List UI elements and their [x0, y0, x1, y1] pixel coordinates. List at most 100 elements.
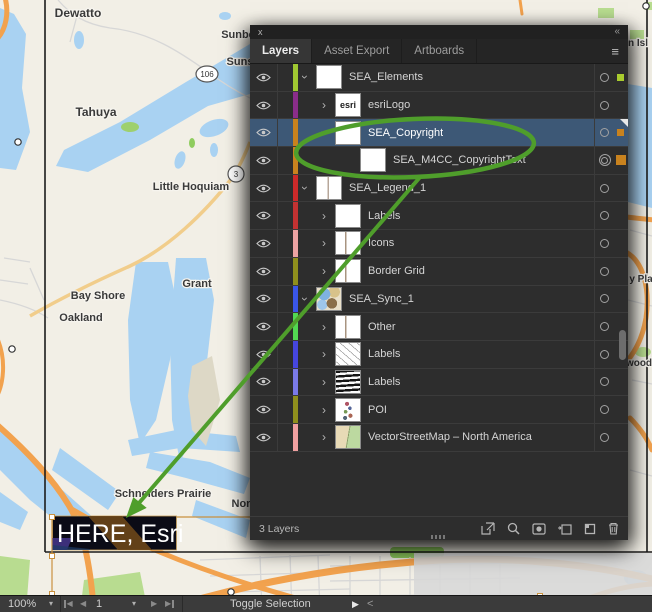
- lock-toggle[interactable]: [278, 369, 293, 396]
- lock-toggle[interactable]: [278, 286, 293, 313]
- zoom-dropdown-icon[interactable]: ▾: [49, 596, 53, 612]
- visibility-toggle-eye-icon[interactable]: [250, 258, 278, 285]
- panel-titlebar[interactable]: x «: [250, 25, 628, 39]
- expand-chevron-icon[interactable]: ›: [299, 292, 311, 306]
- lock-toggle[interactable]: [278, 147, 293, 174]
- lock-toggle[interactable]: [278, 396, 293, 423]
- layer-row[interactable]: › SEA_Elements: [250, 64, 628, 92]
- lock-toggle[interactable]: [278, 313, 293, 340]
- layer-row[interactable]: › Border Grid: [250, 258, 628, 286]
- artboard-number-field[interactable]: 1: [96, 596, 102, 612]
- layer-thumbnail[interactable]: esri: [335, 93, 361, 117]
- layer-row[interactable]: › SEA_M4CC_CopyrightText: [250, 147, 628, 175]
- expand-chevron-icon[interactable]: ›: [317, 348, 331, 360]
- lock-toggle[interactable]: [278, 175, 293, 202]
- visibility-toggle-eye-icon[interactable]: [250, 92, 278, 119]
- expand-status-icon[interactable]: <: [367, 596, 373, 612]
- copyright-text-object[interactable]: HERE, Esri: [53, 516, 184, 550]
- layer-thumbnail[interactable]: [335, 342, 361, 366]
- next-artboard-button[interactable]: ▶: [151, 596, 157, 612]
- layer-row[interactable]: › Labels: [250, 369, 628, 397]
- expand-chevron-icon[interactable]: ›: [317, 210, 331, 222]
- layer-name[interactable]: SEA_Sync_1: [349, 293, 414, 305]
- layer-thumbnail[interactable]: [335, 121, 361, 145]
- target-circle[interactable]: [595, 128, 614, 137]
- target-circle[interactable]: [595, 322, 614, 331]
- expand-chevron-icon[interactable]: ›: [318, 126, 330, 140]
- zoom-level[interactable]: 100%: [8, 596, 36, 612]
- layer-name[interactable]: Labels: [368, 376, 400, 388]
- layer-name[interactable]: VectorStreetMap – North America: [368, 431, 532, 443]
- layer-thumbnail[interactable]: [316, 287, 342, 311]
- create-sublayer-icon[interactable]: [558, 523, 572, 535]
- layer-name[interactable]: Icons: [368, 237, 394, 249]
- layer-thumbnail[interactable]: [335, 370, 361, 394]
- layer-row[interactable]: › VectorStreetMap – North America: [250, 424, 628, 452]
- layer-name[interactable]: Labels: [368, 348, 400, 360]
- create-new-layer-icon[interactable]: [584, 523, 596, 535]
- locate-object-icon[interactable]: [507, 522, 520, 535]
- expand-chevron-icon[interactable]: ›: [299, 70, 311, 84]
- target-circle[interactable]: [595, 101, 614, 110]
- layer-name[interactable]: SEA_Legend_1: [349, 182, 426, 194]
- visibility-toggle-eye-icon[interactable]: [250, 396, 278, 423]
- visibility-toggle-eye-icon[interactable]: [250, 313, 278, 340]
- layer-thumbnail[interactable]: [316, 65, 342, 89]
- panel-menu-icon[interactable]: ≡: [611, 45, 619, 58]
- target-circle[interactable]: [595, 405, 614, 414]
- layer-thumbnail[interactable]: [335, 425, 361, 449]
- target-circle[interactable]: [595, 267, 614, 276]
- target-circle[interactable]: [595, 377, 614, 386]
- layer-row[interactable]: › SEA_Copyright: [250, 119, 628, 147]
- lock-toggle[interactable]: [278, 92, 293, 119]
- visibility-toggle-eye-icon[interactable]: [250, 202, 278, 229]
- panel-scrollbar-thumb[interactable]: [619, 330, 626, 360]
- visibility-toggle-eye-icon[interactable]: [250, 147, 278, 174]
- visibility-toggle-eye-icon[interactable]: [250, 369, 278, 396]
- expand-chevron-icon[interactable]: ›: [317, 431, 331, 443]
- layer-name[interactable]: Labels: [368, 210, 400, 222]
- layer-row[interactable]: › Icons: [250, 230, 628, 258]
- expand-chevron-icon[interactable]: ›: [317, 376, 331, 388]
- layer-thumbnail[interactable]: [335, 259, 361, 283]
- layer-name[interactable]: POI: [368, 404, 387, 416]
- layer-row[interactable]: › SEA_Sync_1: [250, 286, 628, 314]
- visibility-toggle-eye-icon[interactable]: [250, 286, 278, 313]
- expand-chevron-icon[interactable]: ›: [317, 321, 331, 333]
- collapse-panel-icon[interactable]: «: [614, 27, 620, 37]
- visibility-toggle-eye-icon[interactable]: [250, 341, 278, 368]
- layer-thumbnail[interactable]: [360, 148, 386, 172]
- layer-row[interactable]: › SEA_Legend_1: [250, 175, 628, 203]
- layer-row[interactable]: › Other: [250, 313, 628, 341]
- visibility-toggle-eye-icon[interactable]: [250, 424, 278, 451]
- layer-thumbnail[interactable]: [335, 315, 361, 339]
- tab-artboards[interactable]: Artboards: [402, 39, 477, 63]
- target-circle[interactable]: [595, 350, 614, 359]
- first-artboard-button[interactable]: ◀: [64, 596, 73, 612]
- visibility-toggle-eye-icon[interactable]: [250, 119, 278, 146]
- close-icon[interactable]: x: [258, 28, 263, 37]
- lock-toggle[interactable]: [278, 202, 293, 229]
- target-circle[interactable]: [595, 239, 614, 248]
- target-circle[interactable]: [595, 433, 614, 442]
- target-circle[interactable]: [595, 184, 614, 193]
- layer-thumbnail[interactable]: [335, 204, 361, 228]
- make-clipping-mask-icon[interactable]: [532, 523, 546, 535]
- visibility-toggle-eye-icon[interactable]: [250, 230, 278, 257]
- visibility-toggle-eye-icon[interactable]: [250, 175, 278, 202]
- layer-thumbnail[interactable]: [335, 398, 361, 422]
- expand-chevron-icon[interactable]: ›: [299, 181, 311, 195]
- lock-toggle[interactable]: [278, 119, 293, 146]
- target-circle[interactable]: [595, 154, 614, 166]
- layer-name[interactable]: Border Grid: [368, 265, 425, 277]
- expand-chevron-icon[interactable]: ›: [317, 404, 331, 416]
- tab-asset-export[interactable]: Asset Export: [312, 39, 402, 63]
- expand-chevron-icon[interactable]: ›: [317, 237, 331, 249]
- target-circle[interactable]: [595, 73, 614, 82]
- copyright-text[interactable]: HERE, Esri: [57, 520, 183, 548]
- layer-row[interactable]: › esri esriLogo: [250, 92, 628, 120]
- status-action-label[interactable]: Toggle Selection: [230, 596, 311, 612]
- layer-name[interactable]: esriLogo: [368, 99, 410, 111]
- layer-thumbnail[interactable]: [335, 231, 361, 255]
- lock-toggle[interactable]: [278, 341, 293, 368]
